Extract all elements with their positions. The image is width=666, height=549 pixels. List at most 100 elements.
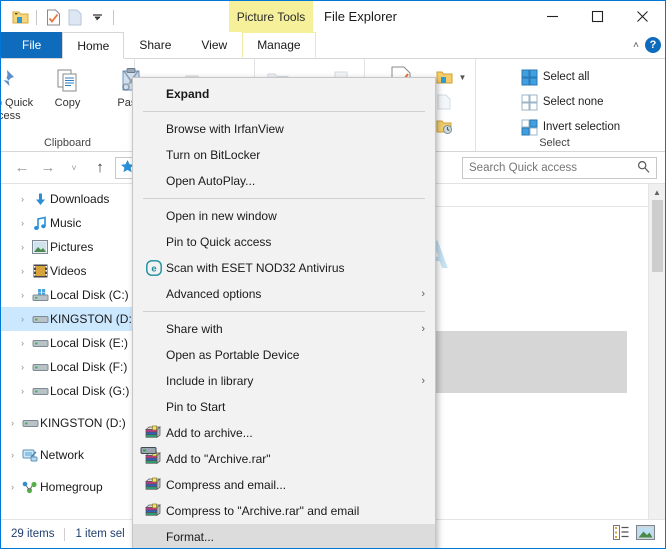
menu-item-browse-with-irfanview[interactable]: Browse with IrfanView [133, 116, 435, 142]
menu-item-advanced-options[interactable]: Advanced options › [133, 281, 435, 307]
context-menu[interactable]: Expand Browse with IrfanView Turn on Bit… [132, 77, 436, 548]
expander-icon[interactable]: › [5, 450, 20, 460]
sidebar-item-downloads[interactable]: › Downloads [1, 187, 134, 211]
open-button[interactable]: ▼ [432, 65, 471, 89]
tab-share[interactable]: Share [124, 32, 186, 58]
menu-item-add-to-archive[interactable]: Add to archive... [133, 420, 435, 446]
expander-icon[interactable]: › [15, 218, 30, 228]
pin-to-quick-access-label: Pin to Quick access [1, 97, 34, 122]
sidebar-item-kingston-d-root[interactable]: › KINGSTON (D:) [1, 411, 134, 435]
sidebar-item-pictures[interactable]: › Pictures [1, 235, 134, 259]
properties-icon[interactable] [42, 6, 64, 28]
menu-item-include-in-library[interactable]: Include in library › [133, 368, 435, 394]
menu-item-scan-with-eset[interactable]: e Scan with ESET NOD32 Antivirus [133, 255, 435, 281]
recent-locations-button[interactable]: ˅ [61, 155, 87, 181]
menu-item-expand[interactable]: Expand [133, 81, 435, 107]
chevron-right-icon: › [421, 375, 425, 387]
view-buttons [613, 525, 655, 543]
sidebar-label: Local Disk (C:) [50, 288, 129, 302]
explorer-icon[interactable] [9, 6, 31, 28]
menu-item-turn-on-bitlocker[interactable]: Turn on BitLocker [133, 142, 435, 168]
file-explorer-window: Picture Tools File Explorer File Home Sh… [0, 0, 666, 549]
close-button[interactable] [620, 1, 665, 31]
invert-selection-button[interactable]: Invert selection [517, 115, 624, 139]
new-folder-icon[interactable] [64, 6, 86, 28]
ribbon-group-label-select: Select [539, 137, 570, 149]
expander-icon[interactable]: › [5, 482, 20, 492]
sidebar-item-kingston-d-child[interactable]: › KINGSTON (D:) [1, 307, 134, 331]
sidebar-item-local-disk-f[interactable]: › Local Disk (F:) [1, 355, 134, 379]
help-icon[interactable]: ? [645, 37, 661, 53]
forward-button[interactable]: → [35, 155, 61, 181]
menu-item-open-in-new-window[interactable]: Open in new window [133, 203, 435, 229]
large-icons-view-button[interactable] [636, 525, 655, 543]
expander-icon[interactable]: › [15, 290, 30, 300]
sidebar-item-videos[interactable]: › Videos [1, 259, 134, 283]
expander-icon[interactable]: › [15, 314, 30, 324]
edit-icon [437, 94, 451, 110]
expander-icon[interactable]: › [15, 194, 30, 204]
search-input[interactable]: Search Quick access [462, 156, 657, 179]
expander-icon[interactable]: › [15, 386, 30, 396]
search-placeholder: Search Quick access [469, 161, 578, 174]
pin-to-quick-access-button[interactable]: Pin to Quick access [1, 63, 36, 122]
tab-view[interactable]: View [186, 32, 242, 58]
sidebar-item-local-disk-g[interactable]: › Local Disk (G:) [1, 379, 134, 403]
menu-item-add-to-archive-rar[interactable]: Add to "Archive.rar" [133, 446, 435, 472]
winrar-icon [141, 451, 166, 467]
sidebar-label: Downloads [50, 192, 110, 206]
menu-separator [143, 311, 425, 312]
up-button[interactable]: ↑ [87, 155, 113, 181]
collapse-ribbon-icon[interactable]: ˄ [633, 40, 639, 51]
menu-item-share-with[interactable]: Share with › [133, 316, 435, 342]
expander-icon[interactable]: › [15, 362, 30, 372]
qat-divider-2 [113, 9, 114, 25]
edit-button[interactable] [432, 90, 471, 114]
copy-button[interactable]: Copy [36, 63, 100, 110]
expander-icon[interactable]: › [5, 418, 20, 428]
menu-item-open-autoplay[interactable]: Open AutoPlay... [133, 168, 435, 194]
open-dropdown-icon[interactable]: ▼ [459, 73, 467, 82]
history-icon [436, 120, 452, 134]
history-button[interactable] [432, 115, 471, 139]
tab-manage[interactable]: Manage [242, 32, 316, 58]
expander-icon[interactable]: › [15, 338, 30, 348]
winrar-icon [141, 503, 166, 519]
details-view-button[interactable] [613, 525, 630, 543]
menu-item-open-as-portable-device[interactable]: Open as Portable Device [133, 342, 435, 368]
drive-icon [20, 417, 40, 429]
sidebar-item-network[interactable]: › Network [1, 443, 134, 467]
back-button[interactable]: ← [9, 155, 35, 181]
sidebar-item-homegroup[interactable]: › Homegroup [1, 475, 134, 499]
expander-icon[interactable]: › [15, 242, 30, 252]
menu-item-compress-and-email[interactable]: Compress and email... [133, 472, 435, 498]
tab-home[interactable]: Home [62, 32, 125, 59]
sidebar-item-music[interactable]: › Music [1, 211, 134, 235]
menu-item-pin-to-start[interactable]: Pin to Start [133, 394, 435, 420]
sidebar-label: Homegroup [40, 480, 103, 494]
videos-icon [30, 264, 50, 278]
minimize-button[interactable] [530, 1, 575, 31]
menu-item-compress-to-archive-and-email[interactable]: Compress to "Archive.rar" and email [133, 498, 435, 524]
scrollbar-thumb[interactable] [651, 200, 663, 272]
select-all-button[interactable]: Select all [517, 65, 624, 89]
select-none-button[interactable]: Select none [517, 90, 624, 114]
maximize-button[interactable] [575, 1, 620, 31]
menu-item-label: Turn on BitLocker [166, 148, 261, 162]
sidebar-item-local-disk-e[interactable]: › Local Disk (E:) [1, 331, 134, 355]
chevron-down-icon[interactable] [86, 6, 108, 28]
navigation-pane[interactable]: › Downloads › Music › Pictures › Videos … [1, 184, 135, 546]
menu-item-pin-to-quick-access[interactable]: Pin to Quick access [133, 229, 435, 255]
drive-icon [30, 385, 50, 397]
window-title: File Explorer [324, 9, 397, 24]
vertical-scrollbar[interactable]: ▲ ▼ [648, 184, 665, 546]
scroll-up-arrow-icon[interactable]: ▲ [649, 184, 665, 200]
search-icon[interactable] [637, 160, 650, 176]
menu-separator [143, 198, 425, 199]
tab-file[interactable]: File [1, 32, 63, 58]
ribbon-tab-strip: File Home Share View Manage ˄ ? [1, 32, 665, 59]
select-none-label: Select none [542, 96, 604, 108]
menu-item-format[interactable]: Format... [133, 524, 435, 548]
expander-icon[interactable]: › [15, 266, 30, 276]
sidebar-item-local-disk-c[interactable]: › Local Disk (C:) [1, 283, 134, 307]
